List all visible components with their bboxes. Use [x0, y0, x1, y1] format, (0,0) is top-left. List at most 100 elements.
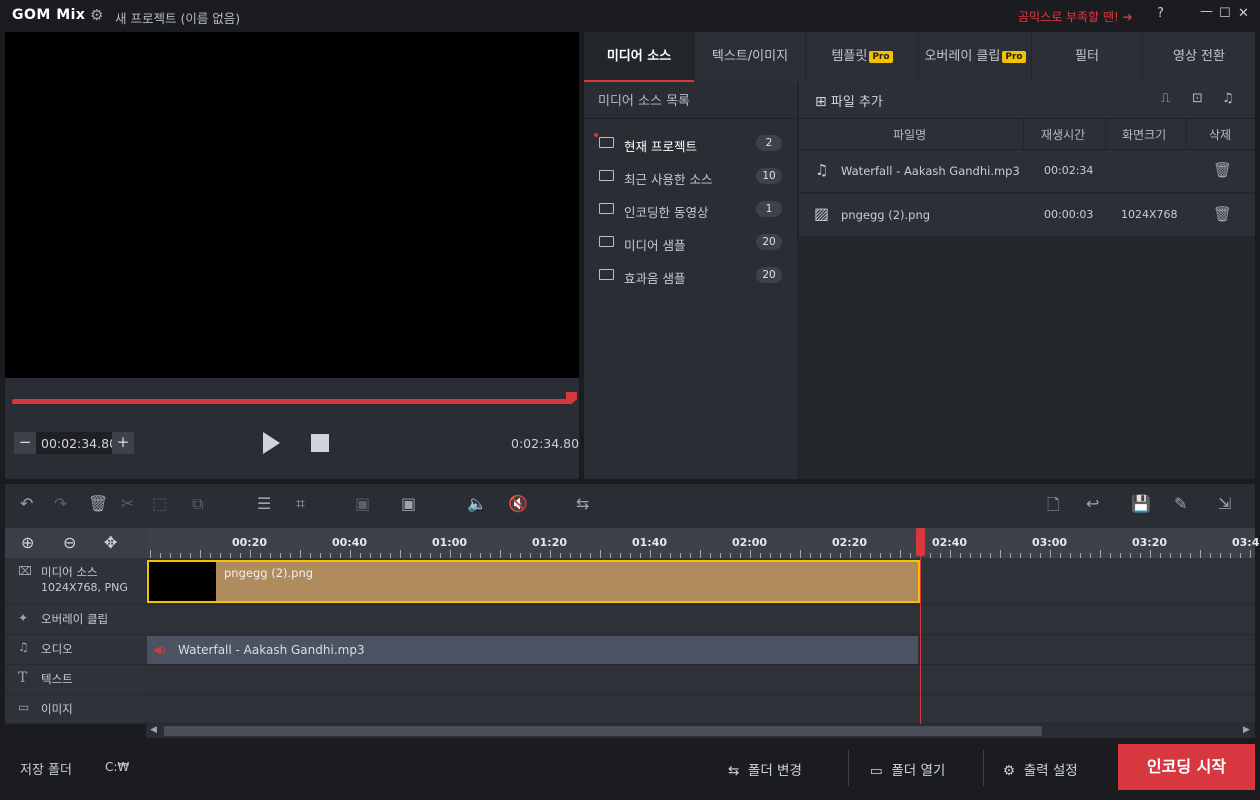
save-as-icon[interactable]: ✎ — [1174, 494, 1187, 513]
fit-icon[interactable]: ✥ — [104, 533, 117, 552]
ruler-tick-mark — [600, 550, 601, 558]
track-text[interactable] — [146, 665, 1255, 695]
add-file-button[interactable]: ⊞ 파일 추가 — [815, 91, 883, 110]
source-item-sfx-samples[interactable]: 효과음 샘플 20 — [584, 262, 798, 292]
track-label-media: ⌧ 미디어 소스 1024X768, PNG — [5, 558, 146, 605]
image-track-icon: ▭ — [18, 700, 30, 714]
tab-overlay-clip[interactable]: 오버레이 클립 Pro — [919, 32, 1032, 82]
ruler-tick-mark — [650, 550, 651, 558]
ruler-tick-label: 01:00 — [432, 536, 468, 549]
filter-video-icon[interactable]: ⎍ — [1161, 91, 1170, 106]
count-badge: 2 — [756, 135, 782, 151]
maximize-button[interactable]: ☐ — [1219, 6, 1231, 21]
time-plus-button[interactable]: + — [112, 432, 134, 454]
help-button[interactable]: ? — [1157, 6, 1164, 21]
delete-icon[interactable]: 🗑 — [88, 494, 108, 513]
save-folder-path: C:₩ — [105, 760, 130, 774]
open-folder-button[interactable]: ▭ 폴더 열기 — [870, 759, 945, 779]
open-project-icon[interactable]: ↩ — [1086, 494, 1099, 513]
new-project-icon[interactable]: 🗋 — [1047, 494, 1060, 521]
ruler-tick-mark — [400, 550, 401, 558]
video-preview[interactable] — [5, 32, 579, 378]
folder-icon — [599, 170, 614, 181]
tab-transition[interactable]: 영상 전환 — [1143, 32, 1255, 82]
adjust-icon[interactable]: ☰ — [257, 494, 271, 513]
image-end-icon[interactable]: ▣ — [401, 494, 416, 513]
mute-icon[interactable]: 🔇 — [508, 494, 528, 513]
track-image[interactable] — [146, 695, 1255, 724]
output-settings-button[interactable]: ⚙ 출력 설정 — [1003, 759, 1078, 779]
ruler-tick-mark — [750, 550, 751, 558]
file-row[interactable]: ♫ Waterfall - Aakash Gandhi.mp3 00:02:34… — [799, 150, 1255, 193]
file-row[interactable]: ▨ pngegg (2).png 00:00:03 1024X768 🗑 — [799, 194, 1255, 237]
playhead-handle[interactable] — [916, 528, 925, 556]
file-name: pngegg (2).png — [841, 208, 931, 222]
audio-file-icon: ♫ — [815, 161, 829, 179]
ruler-tick-mark — [850, 550, 851, 558]
scroll-right-icon[interactable]: ▶ — [1243, 725, 1250, 735]
source-item-encoded[interactable]: 인코딩한 동영상 1 — [584, 196, 798, 226]
divider — [983, 750, 984, 786]
change-folder-icon: ⇆ — [728, 763, 740, 779]
stop-button[interactable] — [311, 434, 329, 452]
save-icon[interactable]: 💾 — [1131, 494, 1151, 513]
zoom-in-icon[interactable]: ⊕ — [21, 533, 34, 552]
split-icon[interactable]: ⧉ — [192, 494, 203, 514]
folder-icon: ▭ — [870, 763, 883, 779]
export-icon[interactable]: ⇲ — [1218, 494, 1231, 513]
count-badge: 20 — [756, 267, 782, 283]
image-start-icon[interactable]: ▣ — [355, 494, 370, 513]
ruler-tick-label: 02:40 — [932, 536, 968, 549]
scroll-left-icon[interactable]: ◀ — [150, 725, 157, 735]
file-name: Waterfall - Aakash Gandhi.mp3 — [841, 164, 1020, 178]
trash-icon[interactable]: 🗑 — [1213, 205, 1232, 223]
tab-text-image[interactable]: 텍스트/이미지 — [695, 32, 806, 82]
zoom-out-icon[interactable]: ⊖ — [63, 533, 76, 552]
filter-audio-icon[interactable]: ♫ — [1222, 91, 1234, 106]
source-item-recent[interactable]: 최근 사용한 소스 10 — [584, 163, 798, 193]
track-label-overlay: ✦ 오버레이 클립 — [5, 605, 146, 635]
crop-icon[interactable]: ⌗ — [296, 494, 305, 514]
source-item-current-project[interactable]: 현재 프로젝트 2 — [584, 130, 798, 160]
ruler-tick-mark — [300, 550, 301, 558]
seek-bar[interactable] — [12, 399, 572, 404]
scroll-thumb[interactable] — [164, 726, 1042, 736]
ruler-tick-label: 01:40 — [632, 536, 668, 549]
add-file-icon: ⊞ — [815, 94, 827, 110]
volume-icon[interactable]: 🔈 — [467, 494, 487, 513]
divider — [584, 118, 798, 119]
source-item-media-samples[interactable]: 미디어 샘플 20 — [584, 229, 798, 259]
promo-link[interactable]: 곰믹스로 부족할 땐! ➔ — [1018, 8, 1133, 25]
audio-clip-name: Waterfall - Aakash Gandhi.mp3 — [178, 643, 365, 657]
column-duration: 재생시간 — [1041, 128, 1086, 142]
play-button[interactable] — [263, 432, 280, 454]
divider — [848, 750, 849, 786]
image-file-icon: ▨ — [814, 204, 830, 223]
select-icon[interactable]: ⬚ — [152, 494, 167, 513]
undo-icon[interactable]: ↶ — [20, 494, 33, 513]
redo-icon[interactable]: ↷ — [54, 494, 67, 513]
current-time[interactable]: 00:02:34.80 — [41, 436, 117, 451]
start-encoding-button[interactable]: 인코딩 시작 — [1118, 744, 1255, 790]
filter-image-icon[interactable]: ⊡ — [1192, 91, 1203, 106]
tab-media-source[interactable]: 미디어 소스 — [584, 32, 695, 82]
ruler-tick-mark — [1150, 550, 1151, 558]
tab-filter[interactable]: 필터 — [1032, 32, 1143, 82]
track-overlay[interactable] — [146, 605, 1255, 635]
change-folder-button[interactable]: ⇆ 폴더 변경 — [728, 759, 802, 779]
close-button[interactable]: ✕ — [1238, 6, 1249, 21]
ruler-tick-mark — [900, 550, 901, 558]
time-minus-button[interactable]: − — [14, 432, 36, 454]
ruler-tick-label: 00:40 — [332, 536, 368, 549]
speaker-icon: ◀) — [153, 643, 166, 656]
ruler-tick-label: 03:40 — [1232, 536, 1260, 549]
ruler-tick-mark — [200, 550, 201, 558]
gear-icon[interactable]: ⚙ — [90, 6, 103, 24]
minimize-button[interactable]: — — [1200, 4, 1213, 19]
trash-icon[interactable]: 🗑 — [1213, 161, 1232, 179]
cut-icon[interactable]: ✂ — [121, 494, 134, 513]
ruler-tick-mark — [500, 550, 501, 558]
tab-template[interactable]: 템플릿 Pro — [806, 32, 919, 82]
pro-badge: Pro — [869, 50, 893, 63]
swap-icon[interactable]: ⇆ — [576, 494, 589, 513]
